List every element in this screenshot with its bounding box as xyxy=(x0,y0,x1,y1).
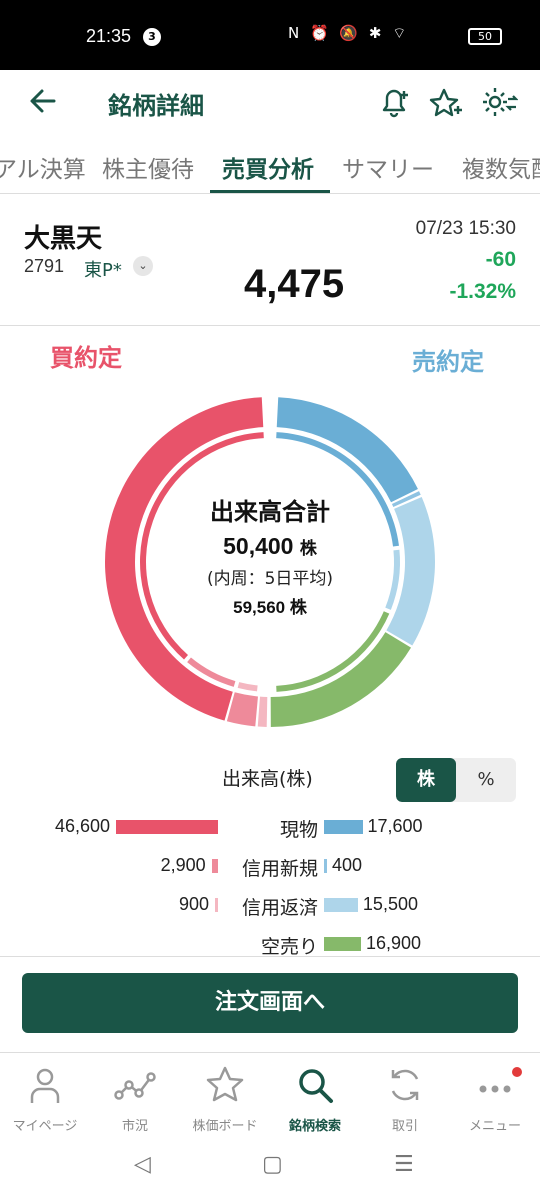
stock-price: 4,475 xyxy=(244,262,345,306)
category-label: 現物 xyxy=(279,819,318,841)
volume-unit: 株 xyxy=(299,539,317,558)
breakdown-row: 900 信用返済 15,500 xyxy=(0,890,540,920)
menu-notification-dot xyxy=(512,1067,522,1077)
more-dots-icon xyxy=(479,1085,511,1093)
system-recents-icon[interactable]: ☰ xyxy=(394,1152,414,1177)
donut-segment xyxy=(385,549,401,610)
nav-label: 株価ボード xyxy=(192,1119,258,1134)
price-change-pct: -1.32% xyxy=(449,280,516,303)
sell-label: 売約定 xyxy=(412,348,484,376)
toggle-shares[interactable]: 株 xyxy=(396,758,456,802)
avg-volume-unit: 株 xyxy=(289,598,307,617)
unit-toggle: 株 % xyxy=(396,758,516,802)
sell-bar xyxy=(324,937,361,951)
battery-icon: 50 xyxy=(468,28,502,45)
tab-bar: アル決算 株主優待 売買分析 サマリー 複数気配 xyxy=(0,138,540,194)
donut-segment xyxy=(237,682,258,692)
inner-ring-note: (内周：5日平均) xyxy=(206,569,334,589)
tab-order-book[interactable]: 複数気配 xyxy=(462,150,540,184)
avg-volume: 59,560 xyxy=(233,598,286,617)
nav-label: 銘柄検索 xyxy=(288,1119,341,1134)
nav-label: 取引 xyxy=(391,1119,418,1134)
buy-volume: 46,600 xyxy=(54,816,110,836)
star-add-icon[interactable] xyxy=(426,82,466,122)
total-volume: 50,400 xyxy=(223,533,294,559)
search-icon xyxy=(299,1069,333,1103)
buy-label: 買約定 xyxy=(50,344,122,372)
order-area: 注文画面へ xyxy=(0,956,540,1052)
toggle-percent[interactable]: % xyxy=(456,758,516,802)
back-arrow-icon[interactable] xyxy=(26,84,60,118)
market-line-icon xyxy=(114,1072,156,1100)
breakdown-row: 空売り 16,900 xyxy=(0,929,540,959)
system-back-icon[interactable]: ◁ xyxy=(134,1152,151,1177)
donut-center: 出来高合計 50,400 株 (内周：5日平均) 59,560 株 xyxy=(170,492,370,618)
status-bar: 21:35 3 N ⏰ 🔕 ✱ ⌔ 50 xyxy=(0,0,540,70)
category-label: 信用新規 xyxy=(241,858,318,880)
category-label: 信用返済 xyxy=(241,897,318,919)
status-time: 21:35 xyxy=(86,26,132,46)
page-title: 銘柄詳細 xyxy=(108,92,204,120)
price-change: -60 xyxy=(485,248,516,271)
notification-count-badge: 3 xyxy=(143,28,161,46)
nav-label: マイページ xyxy=(12,1119,78,1134)
chevron-down-icon[interactable]: ⌄ xyxy=(133,256,153,276)
nav-menu[interactable]: メニュー xyxy=(450,1063,540,1134)
nav-mypage[interactable]: マイページ xyxy=(0,1063,90,1134)
donut-segment xyxy=(226,692,258,727)
buy-volume: 900 xyxy=(178,894,209,914)
market-label[interactable]: 東P* xyxy=(84,256,122,282)
sell-bar xyxy=(324,859,327,873)
sell-bar xyxy=(324,820,363,834)
price-datetime: 07/23 15:30 xyxy=(415,218,516,239)
buy-volume: 2,900 xyxy=(160,855,206,875)
app-bar: 銘柄詳細 xyxy=(0,70,540,134)
trade-cycle-icon xyxy=(391,1069,419,1101)
tab-trade-analysis[interactable]: 売買分析 xyxy=(222,150,314,184)
total-volume-title: 出来高合計 xyxy=(210,498,330,526)
donut-segment xyxy=(257,696,268,727)
sell-volume: 16,900 xyxy=(365,933,422,953)
tab-earnings[interactable]: アル決算 xyxy=(0,150,86,184)
sell-volume: 400 xyxy=(332,855,363,875)
bottom-nav: マイページ 市況 株価ボード 銘柄検索 取引 メニュー xyxy=(0,1052,540,1136)
system-nav-bar: ◁ ▢ ☰ xyxy=(0,1138,540,1200)
category-label: 空売り xyxy=(260,936,318,958)
nav-label: メニュー xyxy=(468,1119,521,1134)
gear-swap-icon[interactable] xyxy=(478,82,518,122)
sell-bar xyxy=(324,898,358,912)
nav-stock-board[interactable]: 株価ボード xyxy=(180,1063,270,1134)
volume-label: 出来高(株) xyxy=(222,768,313,790)
sell-volume: 15,500 xyxy=(362,894,418,914)
star-outline-icon xyxy=(206,1066,244,1102)
nav-trade[interactable]: 取引 xyxy=(360,1063,450,1134)
stock-code: 2791 xyxy=(24,256,65,276)
stock-name: 大黒天 xyxy=(24,224,103,254)
nav-stock-search[interactable]: 銘柄検索 xyxy=(270,1063,360,1134)
tab-shareholder-benefits[interactable]: 株主優待 xyxy=(102,150,194,184)
breakdown-row: 2,900 信用新規 400 xyxy=(0,851,540,881)
order-screen-button[interactable]: 注文画面へ xyxy=(22,973,518,1033)
nav-label: 市況 xyxy=(121,1119,148,1134)
person-icon xyxy=(30,1068,60,1103)
status-icons: N ⏰ 🔕 ✱ ⌔ xyxy=(288,24,410,42)
nav-market[interactable]: 市況 xyxy=(90,1063,180,1134)
system-home-icon[interactable]: ▢ xyxy=(262,1152,283,1177)
buy-bar xyxy=(211,859,218,873)
bell-add-icon[interactable] xyxy=(374,82,414,122)
donut-segment xyxy=(270,632,412,727)
stock-header: 大黒天 2791 東P* ⌄ 4,475 07/23 15:30 -60 -1.… xyxy=(0,194,540,326)
sell-volume: 17,600 xyxy=(367,816,423,836)
donut-segment xyxy=(276,397,418,503)
buy-bar xyxy=(116,820,218,834)
tab-summary[interactable]: サマリー xyxy=(342,150,434,184)
buy-bar xyxy=(215,898,218,912)
breakdown-row: 46,600 現物 17,600 xyxy=(0,812,540,842)
